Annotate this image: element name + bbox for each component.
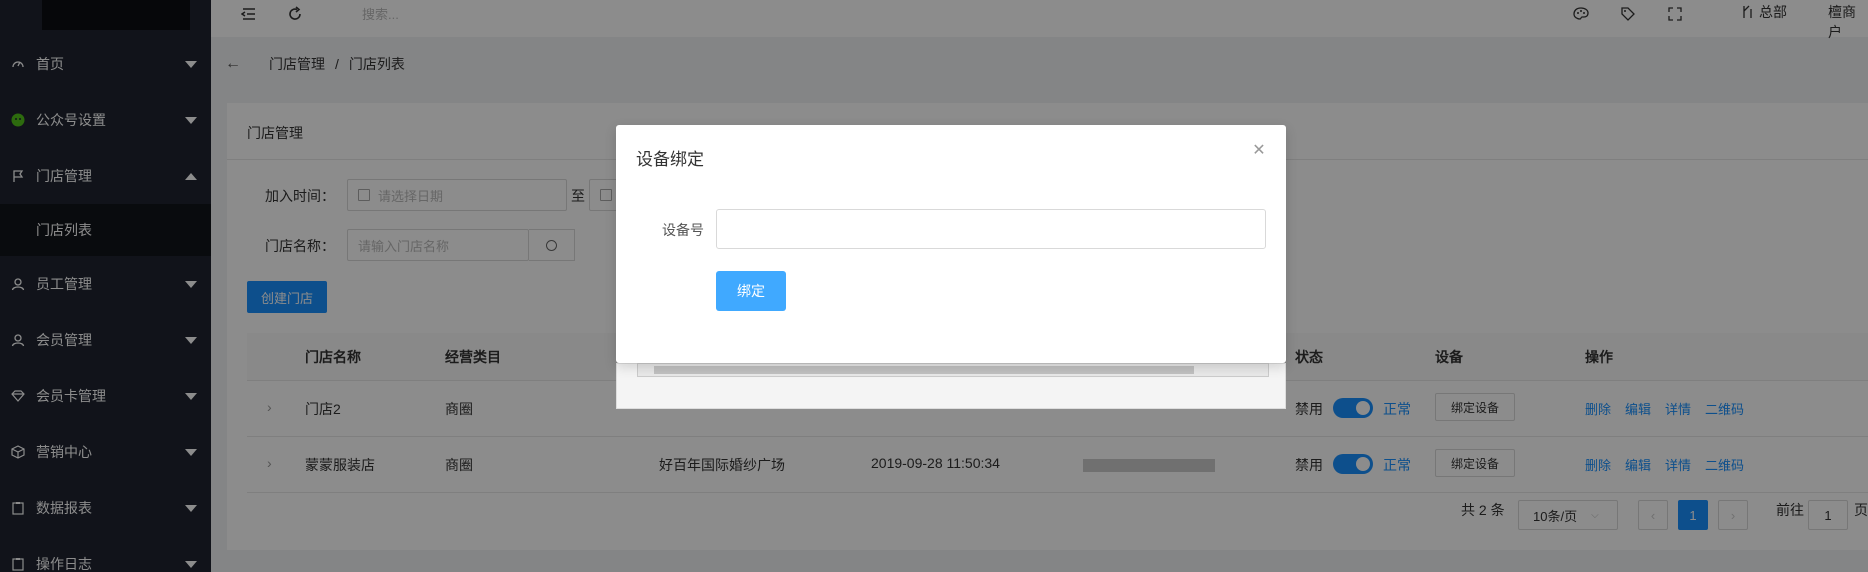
- device-bind-dialog: 设备绑定 ✕ 设备号 绑定: [616, 125, 1286, 363]
- horizontal-scrollbar[interactable]: [637, 363, 1269, 377]
- close-icon[interactable]: ✕: [1250, 141, 1268, 159]
- scrollbar-thumb[interactable]: [654, 366, 1194, 374]
- device-number-input[interactable]: [716, 209, 1266, 249]
- dialog-title: 设备绑定: [636, 150, 704, 169]
- device-number-label: 设备号: [662, 222, 704, 238]
- bind-button[interactable]: 绑定: [716, 271, 786, 311]
